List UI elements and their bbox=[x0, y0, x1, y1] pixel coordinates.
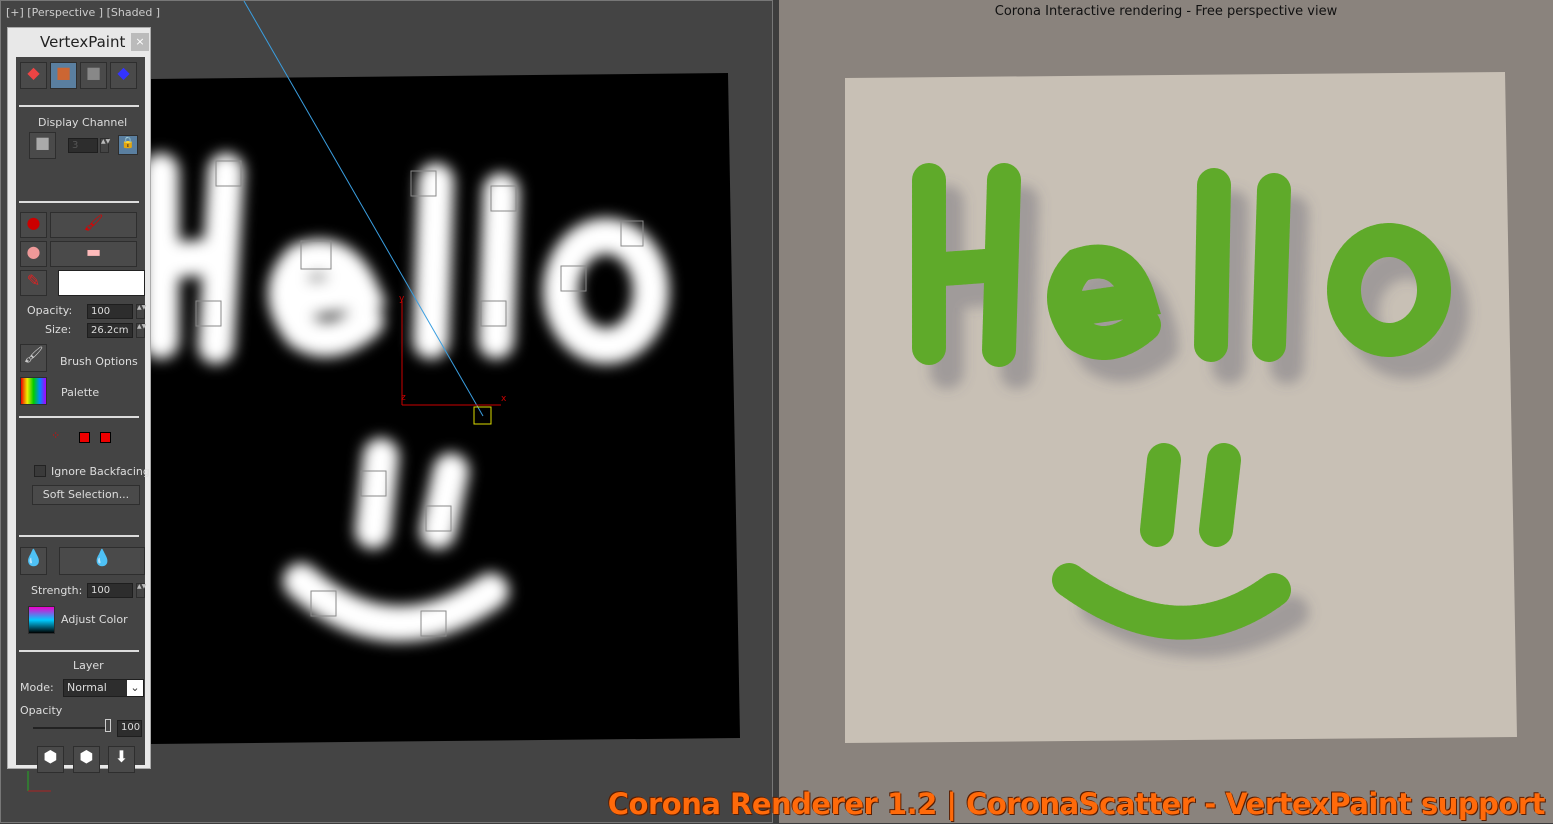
vertex-color-icon[interactable]: ◆ bbox=[20, 62, 47, 89]
gizmo-x-label: x bbox=[501, 394, 507, 404]
blur-brush-button[interactable]: 💧 bbox=[59, 547, 145, 575]
paint-color-swatch[interactable] bbox=[58, 270, 145, 296]
strength-input[interactable]: 100 bbox=[87, 583, 133, 598]
blur-drop-icon[interactable]: 💧 bbox=[20, 547, 47, 575]
mode-label: Mode: bbox=[20, 681, 54, 694]
panel-title: VertexPaint bbox=[40, 33, 126, 51]
brush-options-button[interactable]: Brush Options bbox=[60, 355, 138, 368]
adjust-color-icon[interactable] bbox=[28, 606, 55, 634]
shaded-color-icon[interactable]: ■ bbox=[50, 62, 77, 89]
chevron-down-icon[interactable]: ⌄ bbox=[127, 680, 143, 696]
layer-opacity-input[interactable]: 100 bbox=[117, 720, 142, 737]
opacity-label: Opacity: bbox=[27, 304, 73, 317]
watermark-caption: Corona Renderer 1.2 | CoronaScatter - Ve… bbox=[607, 787, 1546, 821]
layer-label: Layer bbox=[73, 659, 104, 672]
palette-button[interactable]: Palette bbox=[61, 386, 99, 399]
gray-cube-icon[interactable]: ■ bbox=[80, 62, 107, 89]
eyedropper-icon[interactable]: ✎ bbox=[20, 270, 47, 296]
erase-bucket-icon[interactable]: ● bbox=[20, 241, 47, 267]
eraser-button[interactable]: ▬ bbox=[50, 241, 137, 267]
collapse-layers-icon[interactable]: ⬇ bbox=[108, 746, 135, 773]
opacity-spinner[interactable]: ▲▼ bbox=[136, 304, 146, 319]
vertex-mode-icon[interactable]: ⁘ bbox=[51, 429, 60, 442]
channel-spinner[interactable]: ▲▼ bbox=[100, 138, 110, 153]
ignore-backfacing-label: Ignore Backfacing bbox=[51, 465, 150, 478]
size-label: Size: bbox=[45, 323, 72, 336]
slider-handle[interactable] bbox=[105, 719, 111, 732]
channel-input[interactable]: 3 bbox=[68, 138, 98, 153]
palette-icon[interactable] bbox=[20, 377, 47, 405]
channel-cube-icon[interactable]: ■ bbox=[29, 132, 56, 159]
gizmo-z-label: z bbox=[401, 393, 406, 403]
gizmo-y-label: y bbox=[399, 294, 405, 304]
size-input[interactable]: 26.2cm bbox=[87, 323, 133, 338]
face-mode-icon[interactable] bbox=[79, 432, 90, 443]
add-layer-icon[interactable]: ⬢ bbox=[37, 746, 64, 773]
mode-dropdown[interactable]: Normal ⌄ bbox=[63, 679, 144, 697]
size-spinner[interactable]: ▲▼ bbox=[136, 323, 146, 338]
close-button[interactable]: × bbox=[131, 33, 149, 51]
soft-selection-button[interactable]: Soft Selection... bbox=[32, 485, 140, 505]
corona-render-view: Corona Interactive rendering - Free pers… bbox=[779, 0, 1553, 823]
brush-options-icon[interactable]: 🖌 bbox=[20, 344, 47, 372]
paint-brush-button[interactable]: 🖌 bbox=[50, 212, 137, 238]
element-mode-icon[interactable] bbox=[100, 432, 111, 443]
layer-opacity-label: Opacity bbox=[20, 704, 63, 717]
fill-bucket-icon[interactable]: ● bbox=[20, 212, 47, 238]
vertexpaint-panel: VertexPaint × ◆ ■ ■ ◆ Display Channel ■ … bbox=[7, 27, 151, 773]
remove-layer-icon[interactable]: ⬢ bbox=[73, 746, 100, 773]
opacity-input[interactable]: 100 bbox=[87, 304, 133, 319]
render-image bbox=[845, 72, 1517, 743]
ignore-backfacing-checkbox[interactable] bbox=[34, 465, 46, 477]
strength-label: Strength: bbox=[31, 584, 83, 597]
lock-icon[interactable]: 🔒 bbox=[118, 135, 138, 155]
display-channel-label: Display Channel bbox=[38, 116, 128, 129]
layer-opacity-slider[interactable] bbox=[33, 727, 111, 729]
mode-value: Normal bbox=[67, 681, 107, 694]
strength-spinner[interactable]: ▲▼ bbox=[136, 583, 146, 598]
adjust-color-button[interactable]: Adjust Color bbox=[61, 613, 128, 626]
shield-icon[interactable]: ◆ bbox=[110, 62, 137, 89]
